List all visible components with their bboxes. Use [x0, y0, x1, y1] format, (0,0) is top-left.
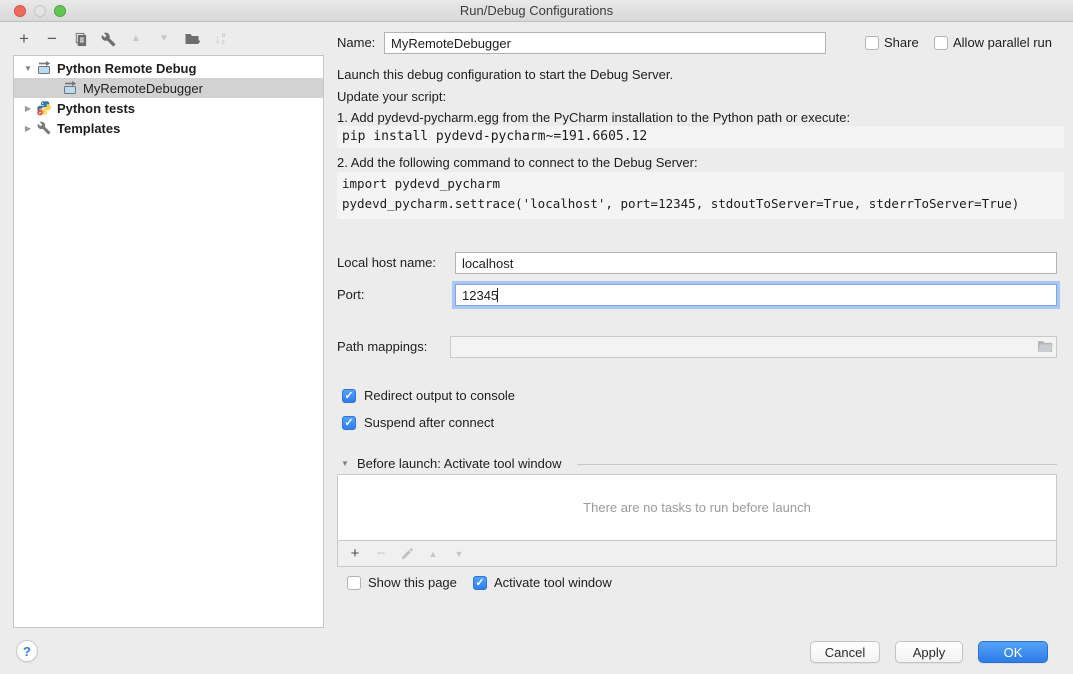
wrench-icon[interactable]: [99, 30, 117, 48]
pip-install-code: pip install pydevd-pycharm~=191.6605.12: [337, 126, 1064, 148]
name-input[interactable]: [384, 32, 826, 54]
chevron-down-icon[interactable]: ▼: [341, 459, 349, 468]
port-input[interactable]: [455, 284, 1057, 306]
redirect-output-label: Redirect output to console: [364, 387, 515, 405]
add-task-icon[interactable]: +: [347, 546, 363, 562]
wrench-icon: [101, 32, 116, 47]
tree-item-templates[interactable]: ▶ Templates: [14, 118, 323, 138]
chevron-right-icon[interactable]: ▶: [22, 124, 34, 133]
code-line: pydevd_pycharm.settrace('localhost', por…: [342, 194, 1059, 214]
tree-item-label: Python Remote Debug: [54, 61, 196, 76]
zoom-window-button[interactable]: [54, 5, 66, 17]
empty-tasks-text: There are no tasks to run before launch: [583, 500, 811, 515]
share-label: Share: [884, 32, 919, 54]
allow-parallel-run-checkbox[interactable]: [934, 36, 948, 50]
tree-item-label: Python tests: [54, 101, 135, 116]
step2-text: 2. Add the following command to connect …: [337, 155, 698, 171]
cancel-button[interactable]: Cancel: [810, 641, 880, 663]
port-label: Port:: [337, 284, 364, 306]
move-down-icon[interactable]: ▼: [155, 30, 173, 48]
text-cursor: [497, 288, 498, 302]
intro-text: Launch this debug configuration to start…: [337, 67, 673, 83]
activate-tool-window-checkbox[interactable]: [473, 576, 487, 590]
window-title: Run/Debug Configurations: [460, 3, 613, 18]
tree-item-python-tests[interactable]: ▶ Python tests: [14, 98, 323, 118]
tree-item-label: MyRemoteDebugger: [80, 81, 203, 96]
chevron-right-icon[interactable]: ▶: [22, 104, 34, 113]
wrench-icon: [36, 120, 52, 136]
title-bar: Run/Debug Configurations: [0, 0, 1073, 22]
path-mappings-input[interactable]: [450, 336, 1057, 358]
python-tests-icon: [36, 100, 52, 116]
show-this-page-label: Show this page: [368, 573, 457, 593]
move-task-down-icon[interactable]: ▼: [451, 546, 467, 562]
configurations-toolbar: + − ▲ ▼ ↓ az: [15, 30, 229, 48]
edit-task-icon[interactable]: [399, 546, 415, 562]
copy-icon: [73, 32, 88, 47]
settrace-code: import pydevd_pycharmpydevd_pycharm.sett…: [337, 172, 1064, 219]
close-window-button[interactable]: [14, 5, 26, 17]
browse-folder-icon[interactable]: [1037, 339, 1054, 354]
chevron-down-icon[interactable]: ▼: [22, 64, 34, 73]
ok-button[interactable]: OK: [978, 641, 1048, 663]
new-folder-icon[interactable]: [183, 30, 201, 48]
local-host-name-label: Local host name:: [337, 252, 436, 274]
name-label: Name:: [337, 32, 375, 54]
suspend-after-connect-checkbox[interactable]: [342, 416, 356, 430]
suspend-after-connect-label: Suspend after connect: [364, 414, 494, 432]
tree-item-label: Templates: [54, 121, 120, 136]
move-task-up-icon[interactable]: ▲: [425, 546, 441, 562]
new-folder-icon: [184, 31, 200, 47]
sort-alphabetically-icon[interactable]: ↓ az: [211, 30, 229, 48]
update-script-text: Update your script:: [337, 89, 446, 105]
allow-parallel-run-label: Allow parallel run: [953, 32, 1052, 54]
help-button[interactable]: ?: [16, 640, 38, 662]
divider: [577, 464, 1057, 465]
run-config-icon: [62, 80, 78, 96]
path-mappings-label: Path mappings:: [337, 336, 427, 358]
activate-tool-window-label: Activate tool window: [494, 573, 612, 593]
redirect-output-checkbox[interactable]: [342, 389, 356, 403]
step1-text: 1. Add pydevd-pycharm.egg from the PyCha…: [337, 110, 850, 126]
minimize-window-button[interactable]: [34, 5, 46, 17]
add-icon[interactable]: +: [15, 30, 33, 48]
remove-task-icon[interactable]: −: [373, 546, 389, 562]
tree-item-python-remote-debug[interactable]: ▼ Python Remote Debug: [14, 58, 323, 78]
code-line: import pydevd_pycharm: [342, 174, 1059, 194]
pencil-icon: [400, 547, 414, 561]
before-launch-toolbar: + − ▲ ▼: [337, 541, 1057, 567]
configurations-tree: ▼ Python Remote Debug MyRemoteDebugger ▶: [13, 55, 324, 628]
sort-alphabetically-icon: ↓ az: [215, 30, 226, 48]
remove-icon[interactable]: −: [43, 30, 61, 48]
share-checkbox[interactable]: [865, 36, 879, 50]
apply-button[interactable]: Apply: [895, 641, 963, 663]
show-this-page-checkbox[interactable]: [347, 576, 361, 590]
local-host-name-input[interactable]: [455, 252, 1057, 274]
move-up-icon[interactable]: ▲: [127, 30, 145, 48]
copy-icon[interactable]: [71, 30, 89, 48]
run-config-icon: [36, 60, 52, 76]
tree-item-myremotedebugger[interactable]: MyRemoteDebugger: [14, 78, 323, 98]
before-launch-task-list[interactable]: There are no tasks to run before launch: [337, 474, 1057, 541]
before-launch-title: Before launch: Activate tool window: [357, 456, 562, 472]
